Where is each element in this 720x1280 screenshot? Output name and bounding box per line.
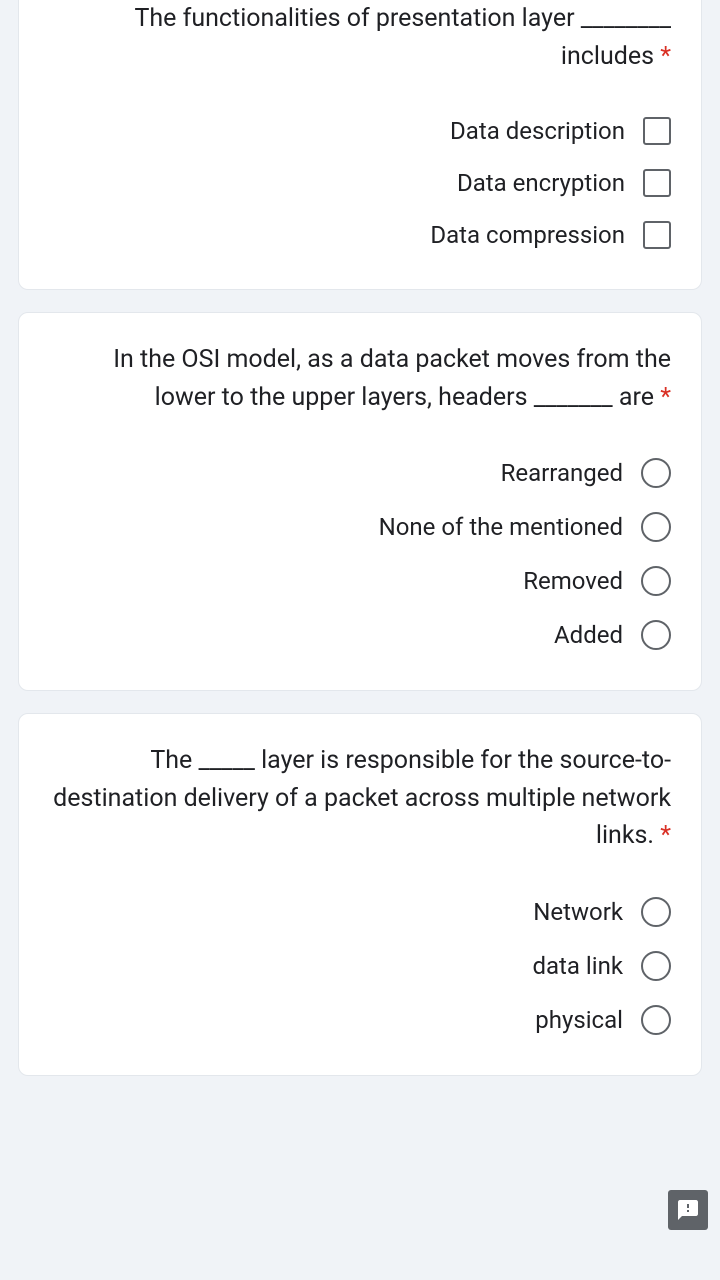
option-row[interactable]: Data description: [450, 105, 671, 157]
option-label: Added: [554, 621, 623, 649]
options-group: Data description Data encryption Data co…: [49, 105, 671, 261]
alert-icon: [676, 1198, 700, 1222]
radio-icon[interactable]: [641, 951, 671, 981]
option-label: Network: [533, 898, 623, 926]
radio-icon[interactable]: [641, 458, 671, 488]
question-text: The _____ layer is responsible for the s…: [49, 742, 671, 855]
q-text-post: includes: [561, 42, 654, 71]
checkbox-icon[interactable]: [643, 221, 671, 249]
option-label: None of the mentioned: [379, 513, 623, 541]
option-label: Data compression: [430, 221, 625, 249]
q-text-post: layer is responsible for the source-to-d…: [53, 746, 671, 850]
report-problem-button[interactable]: [668, 1190, 708, 1230]
option-label: physical: [535, 1006, 623, 1034]
option-row[interactable]: Rearranged: [501, 446, 671, 500]
q-blank: _____: [198, 746, 254, 775]
radio-icon[interactable]: [641, 620, 671, 650]
required-asterisk: *: [660, 383, 671, 412]
option-label: Data encryption: [457, 169, 625, 197]
option-label: data link: [532, 952, 623, 980]
question-card: In the OSI model, as a data packet moves…: [18, 312, 702, 691]
q-text-post: are: [613, 383, 654, 412]
q-blank: _______: [534, 383, 613, 412]
option-row[interactable]: Data encryption: [457, 157, 671, 209]
option-row[interactable]: physical: [535, 993, 671, 1047]
radio-icon[interactable]: [641, 566, 671, 596]
required-asterisk: *: [660, 821, 671, 850]
option-label: Removed: [523, 567, 623, 595]
q-blank: ________: [581, 4, 671, 33]
checkbox-icon[interactable]: [643, 169, 671, 197]
option-row[interactable]: Removed: [523, 554, 671, 608]
option-row[interactable]: None of the mentioned: [379, 500, 671, 554]
option-row[interactable]: Data compression: [430, 209, 671, 261]
radio-icon[interactable]: [641, 512, 671, 542]
radio-icon[interactable]: [641, 1005, 671, 1035]
q-text-pre: The functionalities of presentation laye…: [135, 4, 581, 33]
radio-icon[interactable]: [641, 897, 671, 927]
checkbox-icon[interactable]: [643, 117, 671, 145]
required-asterisk: *: [660, 42, 671, 71]
options-group: Rearranged None of the mentioned Removed…: [49, 446, 671, 662]
q-text-pre: The: [150, 746, 198, 775]
question-text: The functionalities of presentation laye…: [49, 0, 671, 75]
option-row[interactable]: Added: [554, 608, 671, 662]
option-row[interactable]: data link: [532, 939, 671, 993]
question-card: The functionalities of presentation laye…: [18, 0, 702, 290]
option-row[interactable]: Network: [533, 885, 671, 939]
option-label: Data description: [450, 117, 625, 145]
question-card: The _____ layer is responsible for the s…: [18, 713, 702, 1076]
option-label: Rearranged: [501, 459, 623, 487]
question-text: In the OSI model, as a data packet moves…: [49, 341, 671, 416]
options-group: Network data link physical: [49, 885, 671, 1047]
